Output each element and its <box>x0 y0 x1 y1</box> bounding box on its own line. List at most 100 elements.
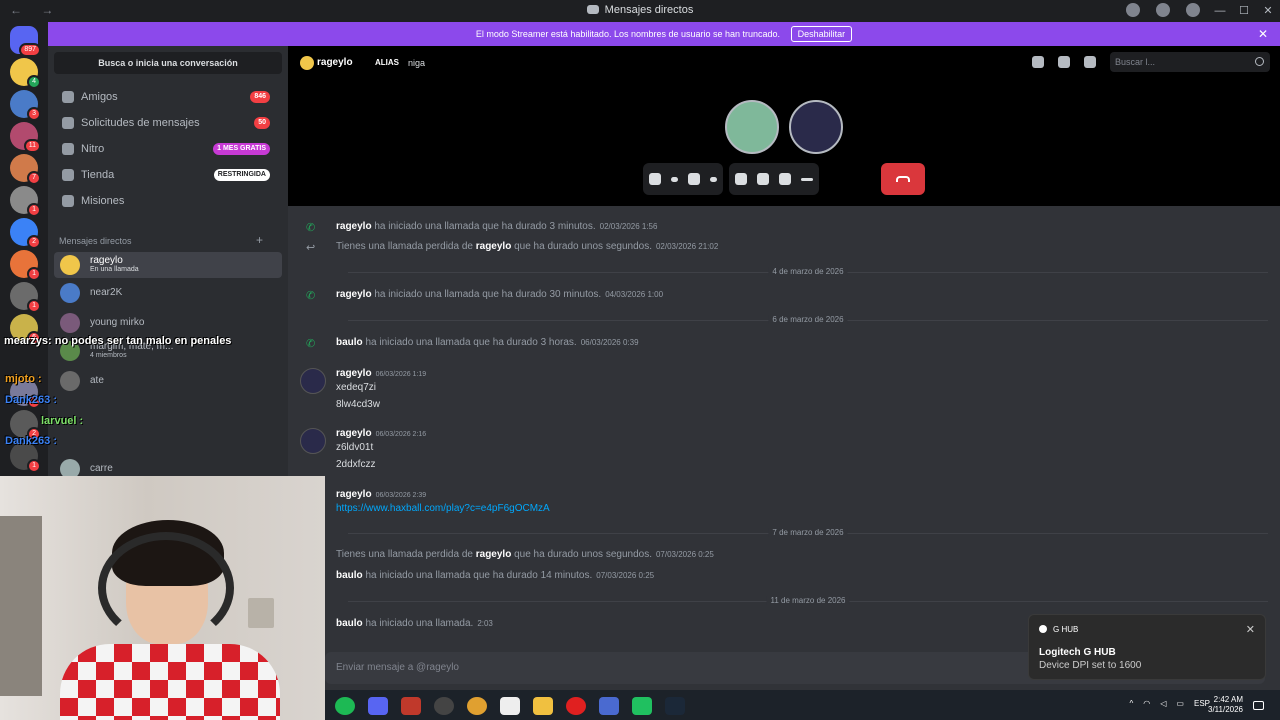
server-icon[interactable]: 1 <box>10 186 41 217</box>
spotify-icon[interactable] <box>335 697 355 715</box>
chevron-down-icon[interactable] <box>671 176 678 182</box>
dm-item[interactable]: young mirko <box>54 310 282 336</box>
notification-icon[interactable] <box>1253 701 1264 710</box>
discord-taskbar-icon[interactable] <box>368 697 388 715</box>
server-icon[interactable]: 2 <box>10 410 41 441</box>
soundboard-icon[interactable] <box>779 173 791 185</box>
server-icon[interactable]: 3 <box>10 90 41 121</box>
notification-title: Logitech G HUB <box>1039 647 1116 658</box>
more-options-icon[interactable] <box>801 177 813 181</box>
server-icon[interactable]: 7 <box>10 154 41 185</box>
sidebar-item-quests[interactable]: Misiones <box>54 188 282 214</box>
requests-count-badge: 50 <box>254 117 270 129</box>
webcam-door <box>0 516 42 696</box>
maximize-button[interactable]: ☐ <box>1232 0 1256 22</box>
create-dm-plus-icon[interactable]: + <box>256 233 263 247</box>
stream-chat-line: Dank263 : <box>5 394 57 406</box>
server-icon[interactable]: 1 <box>10 250 41 281</box>
nitro-icon <box>62 143 74 155</box>
dm-recipient-name[interactable]: rageylo <box>317 57 353 68</box>
call-log-message: baulo ha iniciado una llamada que ha dur… <box>336 570 655 581</box>
server-icon[interactable]: 1 <box>10 282 41 313</box>
message-text: xedeq7zi <box>336 382 377 393</box>
windows-taskbar: ^ ◠ ◁ ▭ ESP 2:42 AM 3/11/2026 <box>325 690 1280 720</box>
message-author[interactable]: rageylo 06/03/2026 2:16 <box>336 428 426 439</box>
stream-chat-line: mjoto : <box>5 373 42 385</box>
date-divider: 4 de marzo de 2026 <box>348 267 1268 276</box>
app-icon[interactable] <box>434 697 454 715</box>
minimize-button[interactable]: — <box>1208 0 1232 22</box>
dm-section-header: Mensajes directos + <box>59 233 264 247</box>
discord-home-button[interactable]: 897 <box>10 26 41 57</box>
call-log-message: ✆ rageylo ha iniciado una llamada que ha … <box>306 289 664 302</box>
channel-header: rageylo ALIAS niga Buscar l... <box>288 46 1280 78</box>
voice-call-panel: rageylo ALIAS niga Buscar l... <box>288 46 1280 206</box>
close-icon[interactable]: ✕ <box>1258 22 1268 46</box>
dm-item[interactable]: ate <box>54 368 282 394</box>
chrome-icon[interactable] <box>467 697 487 715</box>
sidebar-item-nitro[interactable]: Nitro 1 MES GRATIS <box>54 136 282 162</box>
pin-icon[interactable] <box>1032 56 1044 68</box>
app-icon[interactable] <box>632 697 652 715</box>
microphone-icon[interactable] <box>649 173 661 185</box>
wifi-icon[interactable]: ◠ <box>1143 699 1150 708</box>
app-icon[interactable] <box>599 697 619 715</box>
dm-item[interactable]: rageylo En una llamada <box>54 252 282 278</box>
server-icon[interactable]: 11 <box>10 122 41 153</box>
date-divider: 7 de marzo de 2026 <box>348 528 1268 537</box>
dm-sidebar: Busca o inicia una conversación Amigos 84… <box>48 46 288 479</box>
mail-icon <box>62 117 74 129</box>
server-icon[interactable]: 4 <box>10 58 41 89</box>
screen-share-icon[interactable] <box>735 173 747 185</box>
sidebar-item-message-requests[interactable]: Solicitudes de mensajes 50 <box>54 110 282 136</box>
download-icon[interactable] <box>1186 3 1200 17</box>
system-notification[interactable]: G HUB ✕ Logitech G HUB Device DPI set to… <box>1028 614 1266 680</box>
phone-icon: ✆ <box>306 290 316 302</box>
dm-item[interactable]: near2K <box>54 280 282 306</box>
add-friends-icon[interactable] <box>1058 56 1070 68</box>
app-icon[interactable] <box>401 697 421 715</box>
disable-streamer-button[interactable]: Deshabilitar <box>790 26 853 42</box>
streamer-mode-banner: El modo Streamer está habilitado. Los no… <box>48 22 1280 46</box>
chevron-up-icon[interactable]: ^ <box>1130 699 1134 708</box>
search-input[interactable]: Buscar l... <box>1110 52 1270 72</box>
steam-icon[interactable] <box>665 697 685 715</box>
close-window-button[interactable]: ✕ <box>1256 0 1280 22</box>
activities-icon[interactable] <box>757 173 769 185</box>
help-icon[interactable] <box>1156 3 1170 17</box>
sidebar-item-friends[interactable]: Amigos 846 <box>54 84 282 110</box>
camera-off-icon[interactable] <box>688 173 700 185</box>
file-explorer-icon[interactable] <box>533 697 553 715</box>
avatar <box>60 371 80 391</box>
volume-icon[interactable]: ◁ <box>1160 699 1166 708</box>
battery-icon[interactable]: ▭ <box>1176 699 1184 708</box>
stream-chat-line: larvuel : <box>41 415 84 427</box>
window-controls: — ☐ ✕ <box>1208 0 1280 22</box>
avatar[interactable] <box>300 368 326 394</box>
mic-control <box>643 163 723 195</box>
server-icon[interactable]: 2 <box>10 218 41 249</box>
find-conversation-button[interactable]: Busca o inicia una conversación <box>54 52 282 74</box>
date-divider: 11 de marzo de 2026 <box>348 596 1268 605</box>
sidebar-item-shop[interactable]: Tienda RESTRINGIDA <box>54 162 282 188</box>
user-profile-icon[interactable] <box>1084 56 1096 68</box>
opera-icon[interactable] <box>566 697 586 715</box>
shop-icon <box>62 169 74 181</box>
call-participant-avatar[interactable] <box>789 100 843 154</box>
discord-icon <box>586 5 599 14</box>
webcam-lamp <box>248 598 274 628</box>
taskbar-clock[interactable]: 2:42 AM 3/11/2026 <box>1201 695 1243 715</box>
disconnect-call-button[interactable] <box>881 163 925 195</box>
chevron-down-icon[interactable] <box>710 176 717 182</box>
close-icon[interactable]: ✕ <box>1246 623 1255 636</box>
inbox-icon[interactable] <box>1126 3 1140 17</box>
call-participant-avatar[interactable] <box>725 100 779 154</box>
message-author[interactable]: rageylo 06/03/2026 2:39 <box>336 489 426 500</box>
taskbar-apps <box>335 697 685 715</box>
message-author[interactable]: rageylo 06/03/2026 1:19 <box>336 368 426 379</box>
notification-app: G HUB <box>1039 625 1078 634</box>
quests-icon <box>62 195 74 207</box>
avatar[interactable] <box>300 428 326 454</box>
message-link[interactable]: https://www.haxball.com/play?c=e4pF6gOCM… <box>336 503 550 514</box>
app-icon[interactable] <box>500 697 520 715</box>
